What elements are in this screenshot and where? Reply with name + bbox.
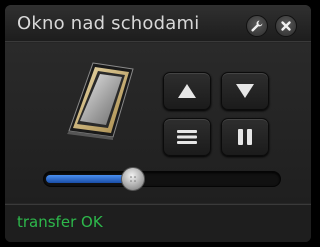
triangle-up-icon [178, 84, 196, 98]
position-slider[interactable] [43, 167, 281, 191]
roof-window-icon [63, 61, 135, 145]
window-title: Okno nad schodami [17, 13, 200, 34]
three-lines-icon [177, 130, 197, 144]
triangle-down-icon [236, 84, 254, 98]
menu-button[interactable] [163, 118, 211, 156]
grip-icon [130, 176, 136, 182]
title-bar: Okno nad schodami [5, 5, 311, 42]
pause-button[interactable] [221, 118, 269, 156]
close-button[interactable] [275, 15, 297, 37]
pause-icon [238, 129, 252, 145]
slider-thumb[interactable] [121, 167, 145, 191]
wrench-icon [251, 20, 263, 32]
settings-button[interactable] [246, 15, 268, 37]
down-button[interactable] [221, 72, 269, 110]
status-text: transfer OK [17, 213, 103, 231]
up-button[interactable] [163, 72, 211, 110]
app-window: Okno nad schodami transfer OK [5, 5, 311, 242]
control-panel [5, 43, 311, 203]
close-icon [281, 21, 291, 31]
status-bar: transfer OK [5, 204, 311, 242]
slider-fill [46, 175, 133, 183]
